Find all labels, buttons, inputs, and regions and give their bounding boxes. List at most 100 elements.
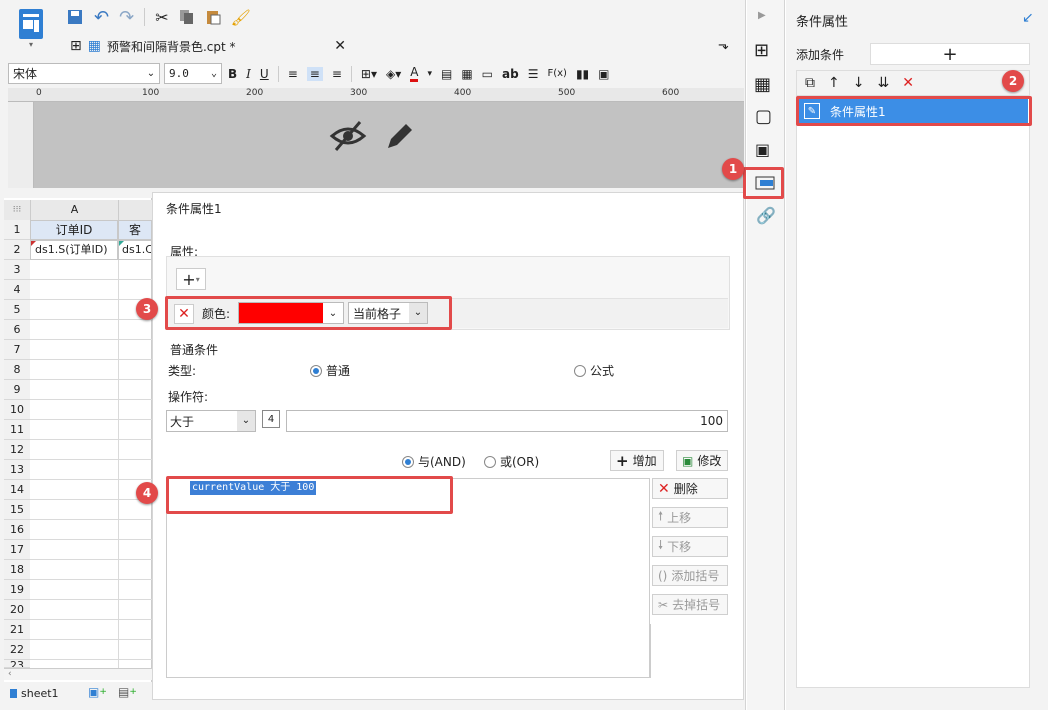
paste-icon[interactable] (205, 9, 221, 25)
delete-condition-button[interactable]: ✕ 删除 (652, 478, 728, 499)
font-size-select[interactable]: 9.0 ⌄ (164, 63, 222, 84)
row-number[interactable]: 8 (4, 360, 30, 380)
type-normal-radio[interactable]: 普通 (310, 362, 350, 379)
move-down-button[interactable]: 🠗 下移 (652, 536, 728, 557)
chevron-down-icon: ⌄ (146, 68, 156, 79)
close-icon[interactable]: ✕ (334, 38, 346, 54)
modify-condition-button[interactable]: ▣ 修改 (676, 450, 728, 471)
paragraph-icon[interactable]: ☰ (528, 67, 539, 81)
add-sheet-icon[interactable]: ▣ + (88, 685, 107, 699)
add-bracket-button[interactable]: () 添加括号 (652, 565, 728, 586)
add-condition-button[interactable]: + 增加 (610, 450, 664, 471)
row-number[interactable]: 21 (4, 620, 30, 640)
float-element-icon[interactable]: ▢ (755, 106, 772, 127)
row-number[interactable]: 14 (4, 480, 30, 500)
edit-pencil-icon[interactable] (382, 118, 418, 154)
radio-selected-icon (310, 364, 322, 377)
image-icon[interactable]: ▣ (598, 67, 609, 81)
fill-color-icon[interactable]: ◈▾ (386, 67, 401, 81)
cell-attribute-icon[interactable]: ▦ (754, 74, 771, 95)
row-number[interactable]: 17 (4, 540, 30, 560)
delete-x-icon[interactable]: ✕ (902, 75, 914, 91)
italic-icon[interactable]: I (246, 67, 251, 81)
underline-icon[interactable]: U (260, 67, 269, 81)
value-type-icon[interactable]: 4 (262, 410, 280, 428)
cut-icon[interactable]: ✂ (155, 8, 168, 27)
merge-cell-icon[interactable]: ▤ (441, 67, 452, 81)
row-number[interactable]: 22 (4, 640, 30, 660)
horizontal-scrollbar[interactable]: ‹ (4, 668, 152, 680)
format-brush-icon[interactable]: 🖌 (231, 8, 251, 27)
remove-bracket-button[interactable]: ✂ 去掉括号 (652, 594, 728, 615)
row-number[interactable]: 16 (4, 520, 30, 540)
cell-element-icon[interactable]: ⊞ (754, 40, 769, 61)
align-left-icon[interactable]: ≡ (288, 67, 298, 81)
row-number[interactable]: 13 (4, 460, 30, 480)
type-formula-label: 公式 (590, 364, 615, 378)
align-right-icon[interactable]: ≡ (332, 67, 342, 81)
row-number[interactable]: 19 (4, 580, 30, 600)
column-header-b[interactable] (118, 200, 152, 220)
bold-icon[interactable]: B (228, 67, 237, 81)
cell-a2[interactable]: ds1.S(订单ID) (30, 240, 118, 260)
column-header-a[interactable]: A (30, 200, 118, 220)
collapse-toolbar-icon[interactable]: ⬎ (718, 38, 729, 53)
row-number[interactable]: 1 (4, 220, 30, 240)
operator-select[interactable]: 大于 ⌄ (166, 410, 256, 432)
row-number[interactable]: 20 (4, 600, 30, 620)
copy-icon[interactable] (179, 9, 195, 25)
font-select[interactable]: 宋体 ⌄ (8, 63, 160, 84)
type-formula-radio[interactable]: 公式 (574, 362, 614, 379)
widget-icon[interactable]: ▣ (755, 140, 770, 159)
row-number[interactable]: 23 (4, 660, 30, 668)
copy-icon[interactable]: ⧉ (805, 75, 815, 91)
row-number[interactable]: 9 (4, 380, 30, 400)
or-radio[interactable]: 或(OR) (484, 453, 539, 470)
move-bottom-icon[interactable]: ⇊ (877, 75, 889, 91)
row-number[interactable]: 10 (4, 400, 30, 420)
formula-icon[interactable]: F(x) (547, 68, 566, 79)
row-number[interactable]: 4 (4, 280, 30, 300)
border-icon[interactable]: ⊞▾ (361, 67, 377, 81)
expand-arrow-icon[interactable]: ▶ (758, 10, 766, 21)
insert-text-icon[interactable]: ▭ (482, 67, 493, 81)
cell-a1[interactable]: 订单ID (30, 220, 118, 240)
align-center-icon[interactable]: ≡ (306, 66, 323, 81)
chevron-down-icon[interactable]: ▾ (427, 69, 432, 79)
undo-icon[interactable]: ↶ (94, 7, 109, 28)
add-poly-sheet-icon[interactable]: ▤ + (118, 685, 137, 699)
row-number[interactable]: 6 (4, 320, 30, 340)
hide-eye-icon[interactable] (328, 118, 368, 154)
app-logo[interactable]: ▾ (14, 8, 48, 56)
save-icon[interactable] (66, 8, 84, 26)
hyperlink-icon[interactable]: 🔗 (756, 206, 776, 225)
sheet-tab[interactable]: sheet1 (10, 684, 59, 702)
add-condition-plus-button[interactable]: + (870, 43, 1030, 65)
row-number[interactable]: 12 (4, 440, 30, 460)
text-ab-icon[interactable]: ab (502, 67, 519, 81)
split-cell-icon[interactable]: ▦ (461, 67, 472, 81)
and-label: 与(AND) (418, 455, 466, 469)
move-up-button[interactable]: 🠕 上移 (652, 507, 728, 528)
operand-input[interactable]: 100 (286, 410, 728, 432)
row-number[interactable]: 7 (4, 340, 30, 360)
row-number[interactable]: 2 (4, 240, 30, 260)
arrow-down-icon[interactable]: ↓ (853, 75, 865, 91)
row-number[interactable]: 18 (4, 560, 30, 580)
font-color-icon[interactable]: A (410, 65, 419, 82)
cell-b1[interactable]: 客 (118, 220, 152, 240)
and-radio[interactable]: 与(AND) (402, 453, 466, 470)
row-number[interactable]: 5 (4, 300, 30, 320)
row-number[interactable]: 3 (4, 260, 30, 280)
file-tab[interactable]: ⊞ ▦ 预警和间隔背景色.cpt * ✕ (70, 33, 346, 59)
chart-icon[interactable]: ▮▮ (576, 67, 589, 81)
radio-icon (574, 364, 586, 377)
add-attribute-button[interactable]: + ▾ (176, 268, 206, 290)
row-number[interactable]: 11 (4, 420, 30, 440)
redo-icon[interactable]: ↷ (119, 7, 134, 28)
arrow-up-icon[interactable]: ↑ (828, 75, 840, 91)
collapse-panel-icon[interactable]: ↙ (1022, 10, 1034, 26)
corner-cell[interactable]: ⁝⁝⁝ (4, 200, 30, 220)
row-number[interactable]: 15 (4, 500, 30, 520)
ruler: 0 100 200 300 400 500 600 (8, 88, 744, 102)
